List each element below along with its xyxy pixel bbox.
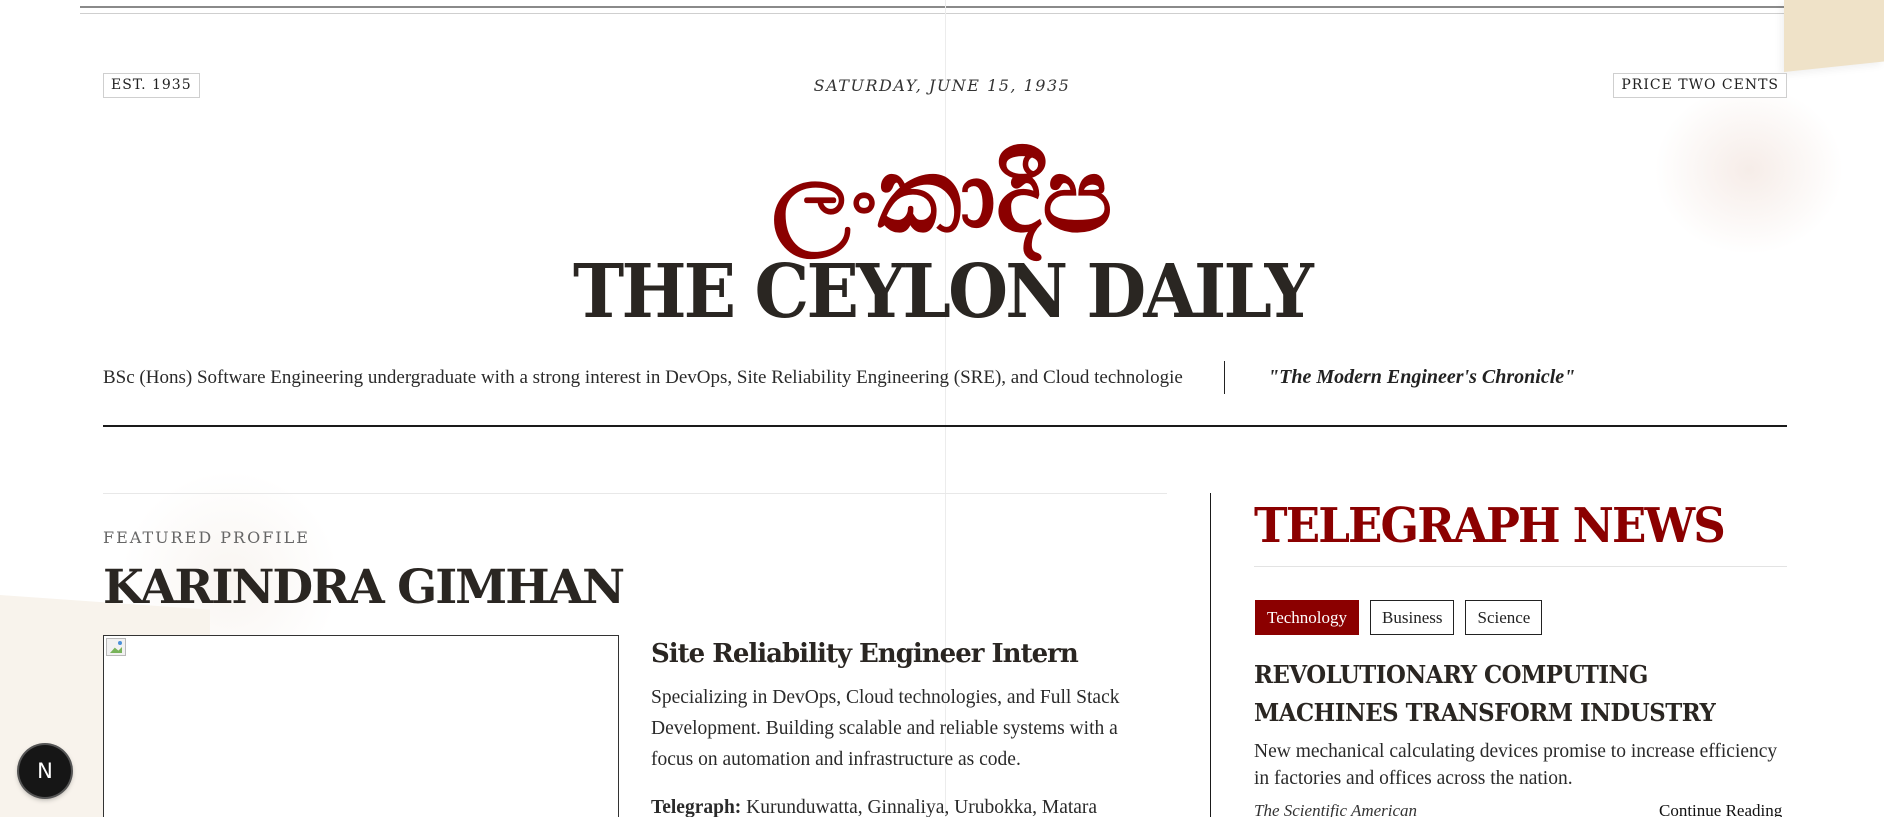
- n-logo-button[interactable]: N: [19, 745, 71, 797]
- profile-photo: [103, 635, 619, 817]
- motto: "The Modern Engineer's Chronicle": [1268, 366, 1576, 388]
- section-rule: [103, 493, 1167, 494]
- newspaper-title: THE CEYLON DAILY: [573, 249, 1314, 335]
- top-rule-thin: [80, 13, 1784, 14]
- telegraph-label: Telegraph:: [651, 797, 742, 817]
- tab-technology[interactable]: Technology: [1255, 600, 1360, 635]
- news-heading: TELEGRAPH NEWS: [1254, 498, 1726, 554]
- price-badge: PRICE TWO CENTS: [1613, 73, 1787, 98]
- article-blurb: New mechanical calculating devices promi…: [1254, 741, 1778, 789]
- top-rule: [80, 6, 1784, 8]
- ticker-divider: [1224, 361, 1225, 394]
- section-kicker: FEATURED PROFILE: [103, 528, 310, 547]
- tab-business[interactable]: Business: [1370, 600, 1455, 635]
- ticker-text: BSc (Hons) Software Engineering undergra…: [103, 367, 1183, 388]
- broken-image-icon: [106, 638, 126, 656]
- profile-role: Site Reliability Engineer Intern: [651, 639, 1079, 669]
- sinhala-title: ලංකාදීප: [771, 134, 1113, 256]
- dateline: SATURDAY, JUNE 15, 1935: [813, 76, 1071, 95]
- continue-reading-link[interactable]: Continue Reading: [1659, 801, 1782, 817]
- profile-name: KARINDRA GIMHAN: [103, 560, 625, 615]
- tab-science[interactable]: Science: [1465, 600, 1543, 635]
- masthead-rule: [103, 425, 1787, 427]
- news-rule: [1254, 566, 1787, 567]
- telegraph-address: Kurunduwatta, Ginnaliya, Urubokka, Matar…: [746, 797, 1098, 817]
- article-headline[interactable]: REVOLUTIONARY COMPUTING MACHINES TRANSFO…: [1254, 656, 1767, 732]
- news-tabs: Technology Business Science: [1255, 600, 1543, 635]
- news-ticker: BSc (Hons) Software Engineering undergra…: [103, 364, 1183, 392]
- column-divider: [1210, 493, 1211, 817]
- article-source: The Scientific American: [1254, 801, 1418, 817]
- paper-corner-decoration: [1784, 0, 1884, 72]
- telegraph-line: Telegraph: Kurunduwatta, Ginnaliya, Urub…: [651, 794, 1171, 817]
- profile-summary: Specializing in DevOps, Cloud technologi…: [651, 687, 1120, 770]
